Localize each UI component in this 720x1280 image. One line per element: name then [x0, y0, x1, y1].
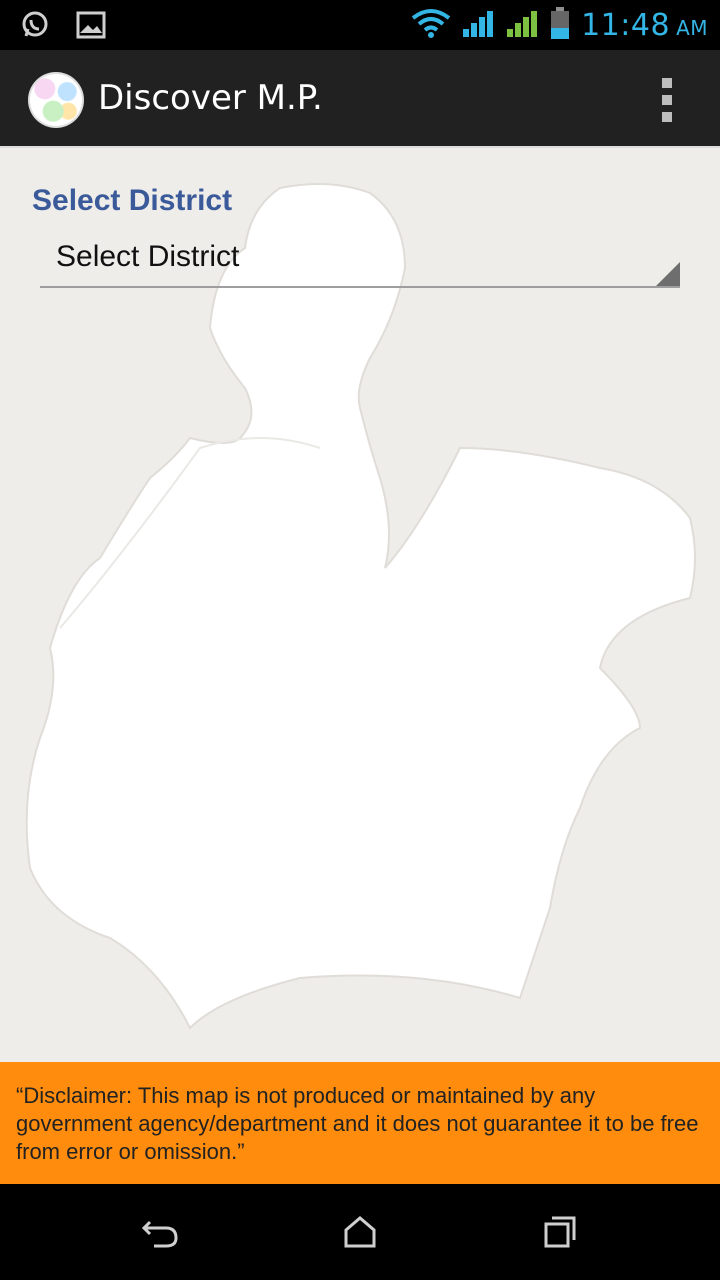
wifi-icon: [411, 8, 451, 42]
app-title: Discover M.P.: [98, 78, 323, 118]
dropdown-arrow-icon: [656, 262, 680, 286]
district-spinner-value: Select District: [56, 240, 240, 273]
district-spinner[interactable]: Select District: [40, 236, 680, 288]
recent-apps-icon: [544, 1216, 576, 1248]
home-icon: [344, 1216, 376, 1248]
gallery-icon: [76, 11, 106, 43]
app-logo-icon[interactable]: [28, 72, 84, 128]
action-bar: Discover M.P.: [0, 50, 720, 146]
back-icon: [141, 1220, 178, 1248]
status-time: 11:48 AM: [581, 7, 708, 43]
status-bar: 11:48 AM: [0, 0, 720, 50]
navigation-bar: [0, 1184, 720, 1280]
map-content: Select District Select District: [0, 146, 720, 1064]
signal-icon-2: [505, 7, 539, 43]
disclaimer-text: “Disclaimer: This map is not produced or…: [16, 1083, 699, 1164]
overflow-menu-icon[interactable]: [660, 78, 674, 122]
whatsapp-icon: [20, 10, 50, 44]
home-button[interactable]: [336, 1212, 384, 1252]
district-label: Select District: [32, 184, 233, 217]
recent-apps-button[interactable]: [536, 1212, 584, 1252]
signal-icon: [461, 7, 495, 43]
disclaimer-banner: “Disclaimer: This map is not produced or…: [0, 1062, 720, 1184]
status-ampm: AM: [676, 15, 708, 40]
back-button[interactable]: [136, 1212, 184, 1252]
battery-icon: [549, 6, 571, 44]
